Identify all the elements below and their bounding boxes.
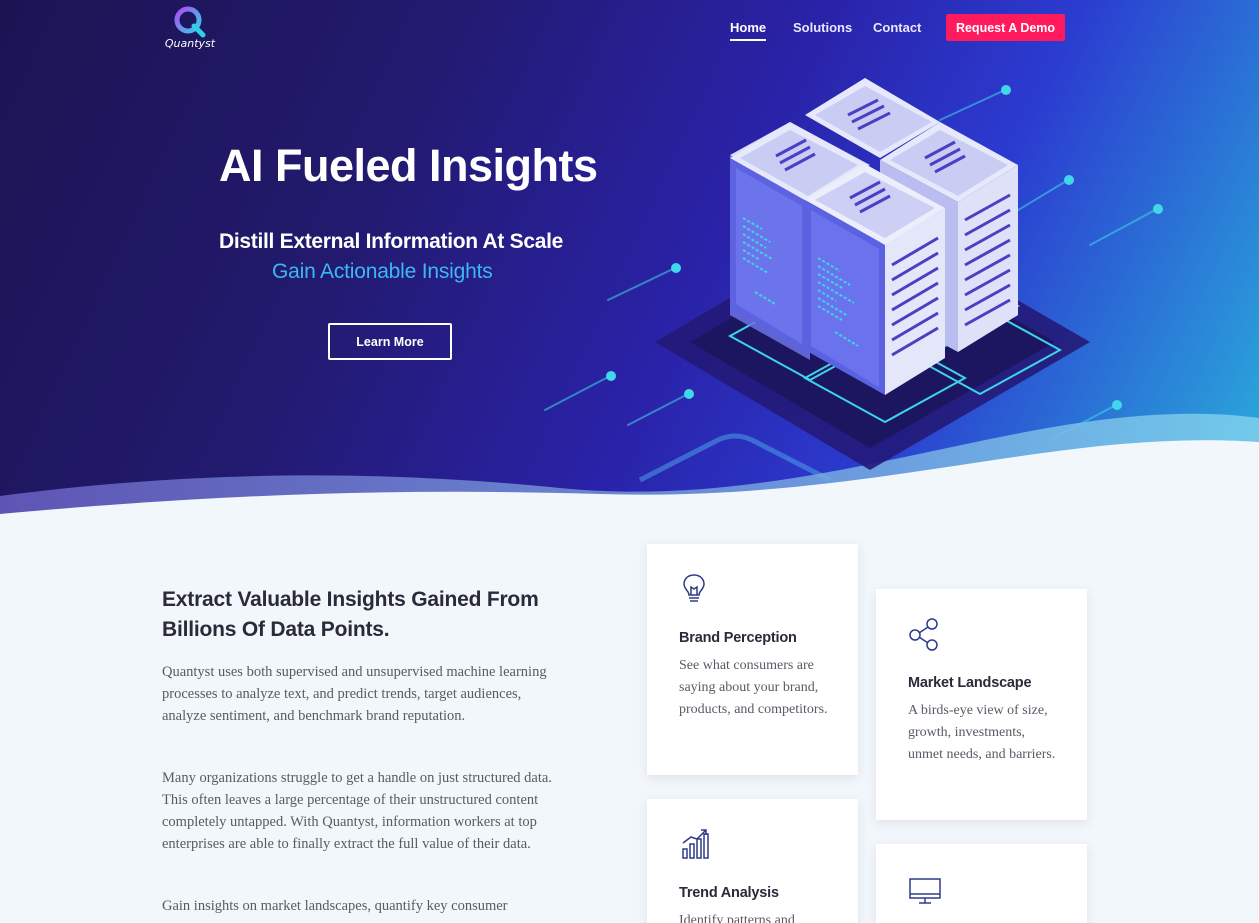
feature-description: A birds-eye view of size, growth, invest… <box>908 703 1056 762</box>
about-paragraph-2: Many organizations struggle to get a han… <box>162 770 552 852</box>
hero-subtitle: Distill External Information At Scale <box>219 230 564 253</box>
learn-more-button[interactable]: Learn More <box>328 323 452 360</box>
hero-tagline: Gain Actionable Insights <box>272 260 493 283</box>
feature-card-market-landscape: Market Landscape A birds-eye view of siz… <box>876 589 1087 820</box>
about-paragraph-3: Gain insights on market landscapes, quan… <box>162 898 508 914</box>
quantyst-logo-icon <box>174 6 206 38</box>
brand-name: Quantyst <box>164 37 216 50</box>
nav-contact-link[interactable]: Contact <box>873 20 921 35</box>
bar-chart-icon <box>682 829 709 859</box>
feature-card-4 <box>876 844 1087 923</box>
feature-title: Brand Perception <box>679 630 797 646</box>
nav-home-link[interactable]: Home <box>730 20 767 41</box>
feature-title: Market Landscape <box>908 675 1032 691</box>
monitor-icon <box>909 878 941 904</box>
section-headline: Extract Valuable Insights Gained From Bi… <box>162 588 539 641</box>
nav-solutions-link[interactable]: Solutions <box>793 20 852 35</box>
request-demo-button[interactable]: Request A Demo <box>946 14 1065 41</box>
feature-card-trend-analysis: Trend Analysis Identify patterns and <box>647 799 858 923</box>
server-rack-illustration <box>655 78 1090 470</box>
feature-title: Trend Analysis <box>679 885 779 901</box>
lightbulb-icon <box>683 574 705 602</box>
about-paragraph-1: Quantyst uses both supervised and unsupe… <box>162 664 547 724</box>
feature-description: Identify patterns and <box>679 913 795 923</box>
share-nodes-icon <box>909 618 938 651</box>
hero-section: Quantyst Home Solutions Contact Request … <box>0 0 1259 520</box>
brand-logo[interactable]: Quantyst <box>164 5 216 51</box>
feature-card-brand-perception: Brand Perception See what consumers are … <box>647 544 858 775</box>
feature-description: See what consumers are saying about your… <box>679 658 828 717</box>
